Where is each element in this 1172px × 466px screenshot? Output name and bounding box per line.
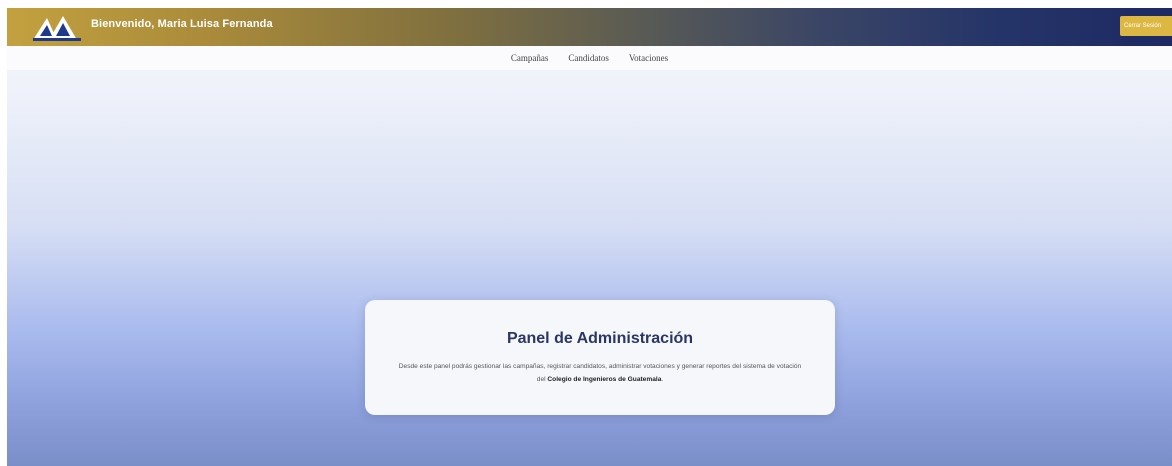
logout-button[interactable]: Cerrar Sesión bbox=[1120, 16, 1172, 36]
admin-panel-card: Panel de Administración Desde este panel… bbox=[365, 300, 835, 415]
top-bar: Bienvenido, Maria Luisa Fernanda Cerrar … bbox=[7, 8, 1172, 46]
nav-item-campanas[interactable]: Campañas bbox=[511, 53, 549, 63]
cig-logo-icon[interactable] bbox=[31, 12, 83, 42]
main-nav: Campañas Candidatos Votaciones bbox=[7, 46, 1172, 70]
nav-item-candidatos[interactable]: Candidatos bbox=[568, 53, 609, 63]
app-frame: Bienvenido, Maria Luisa Fernanda Cerrar … bbox=[7, 8, 1172, 466]
panel-description: Desde este panel podrás gestionar las ca… bbox=[395, 360, 805, 386]
panel-title: Panel de Administración bbox=[506, 330, 694, 347]
panel-description-end: . bbox=[661, 376, 664, 383]
welcome-text: Bienvenido, Maria Luisa Fernanda bbox=[91, 18, 273, 30]
nav-item-votaciones[interactable]: Votaciones bbox=[629, 53, 668, 63]
institution-name: Colegio de Ingenieros de Guatemala bbox=[547, 376, 662, 383]
